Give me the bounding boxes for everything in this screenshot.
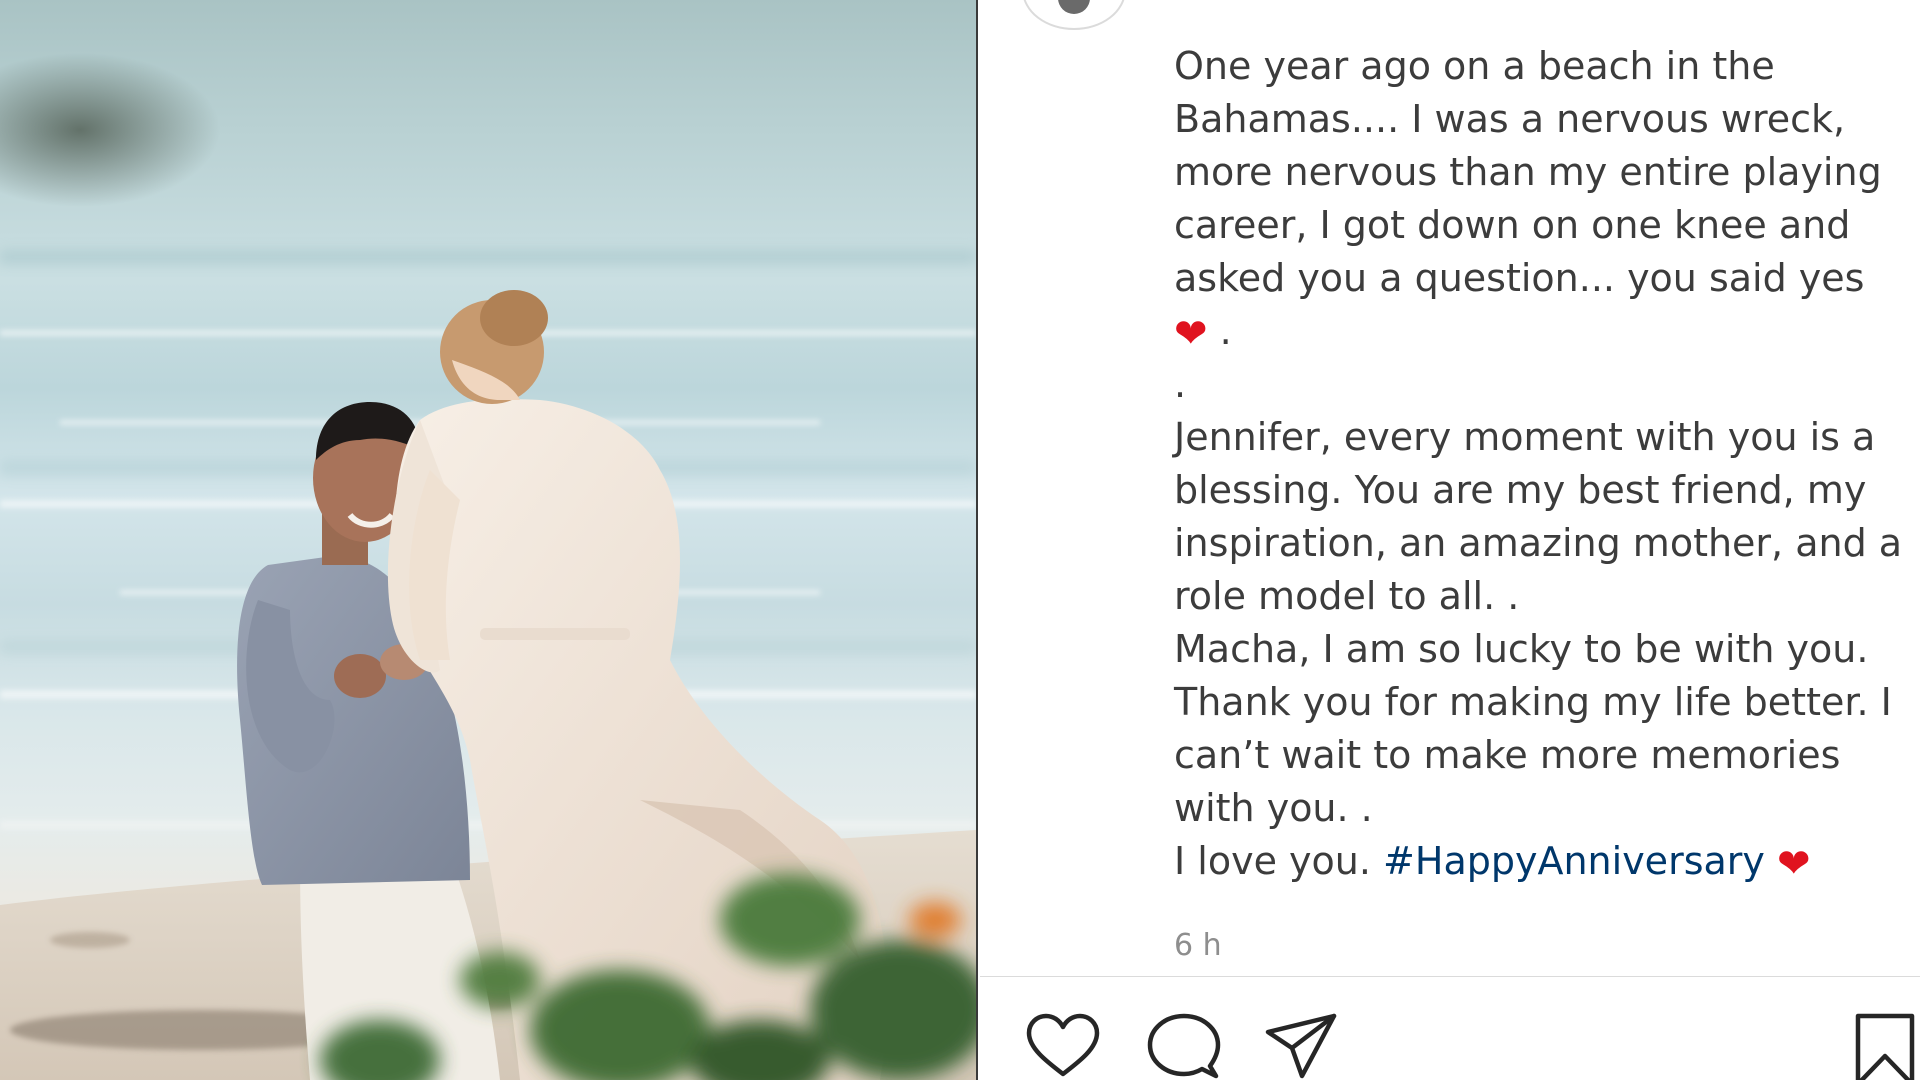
comment-button[interactable] bbox=[1144, 1012, 1222, 1080]
caption-line: Jennifer, every moment with you is a bbox=[1174, 415, 1876, 459]
caption-line: can’t wait to make more memories bbox=[1174, 733, 1841, 777]
caption-heart-suffix: . bbox=[1219, 309, 1232, 353]
post-photo[interactable] bbox=[0, 0, 976, 1080]
bookmark-icon bbox=[1855, 1013, 1915, 1080]
photo-border bbox=[976, 0, 978, 1080]
caption-line: blessing. You are my best friend, my bbox=[1174, 468, 1867, 512]
caption-line-heart: ❤ . bbox=[1174, 305, 1884, 358]
caption-line: asked you a question... you said yes bbox=[1174, 256, 1865, 300]
red-heart-emoji-icon: ❤ bbox=[1174, 311, 1208, 357]
caption-line: Macha, I am so lucky to be with you. bbox=[1174, 627, 1869, 671]
caption-last-line: I love you. #HappyAnniversary ❤ bbox=[1174, 835, 1884, 888]
like-button[interactable] bbox=[1024, 1012, 1102, 1080]
hashtag-link[interactable]: #HappyAnniversary bbox=[1383, 839, 1765, 883]
post-timestamp[interactable]: 6 h bbox=[1174, 928, 1222, 963]
caption-line: I love you. bbox=[1174, 839, 1371, 883]
caption-line: role model to all. . bbox=[1174, 574, 1520, 618]
caption-line: more nervous than my entire playing bbox=[1174, 150, 1882, 194]
caption-line: . bbox=[1174, 362, 1187, 406]
caption-line: inspiration, an amazing mother, and a bbox=[1174, 521, 1903, 565]
speech-bubble-icon bbox=[1147, 1013, 1221, 1079]
proposal-scene-illustration bbox=[0, 250, 976, 1080]
caption-line: Bahamas.... I was a nervous wreck, bbox=[1174, 97, 1846, 141]
heart-outline-icon bbox=[1026, 1013, 1100, 1077]
avatar-image bbox=[1058, 0, 1090, 14]
instagram-post: One year ago on a beach in the Bahamas..… bbox=[0, 0, 1920, 1080]
post-caption: One year ago on a beach in the Bahamas..… bbox=[1174, 40, 1903, 888]
red-heart-emoji-icon: ❤ bbox=[1776, 841, 1811, 887]
actions-divider bbox=[980, 976, 1920, 977]
caption-line: with you. . bbox=[1174, 786, 1373, 830]
caption-line: One year ago on a beach in the bbox=[1174, 44, 1775, 88]
save-button[interactable] bbox=[1852, 1012, 1918, 1080]
caption-line: career, I got down on one knee and bbox=[1174, 203, 1851, 247]
share-button[interactable] bbox=[1262, 1012, 1340, 1080]
caption-line: Thank you for making my life better. I bbox=[1174, 680, 1892, 724]
paper-plane-icon bbox=[1265, 1013, 1337, 1079]
author-avatar[interactable] bbox=[1022, 0, 1126, 30]
